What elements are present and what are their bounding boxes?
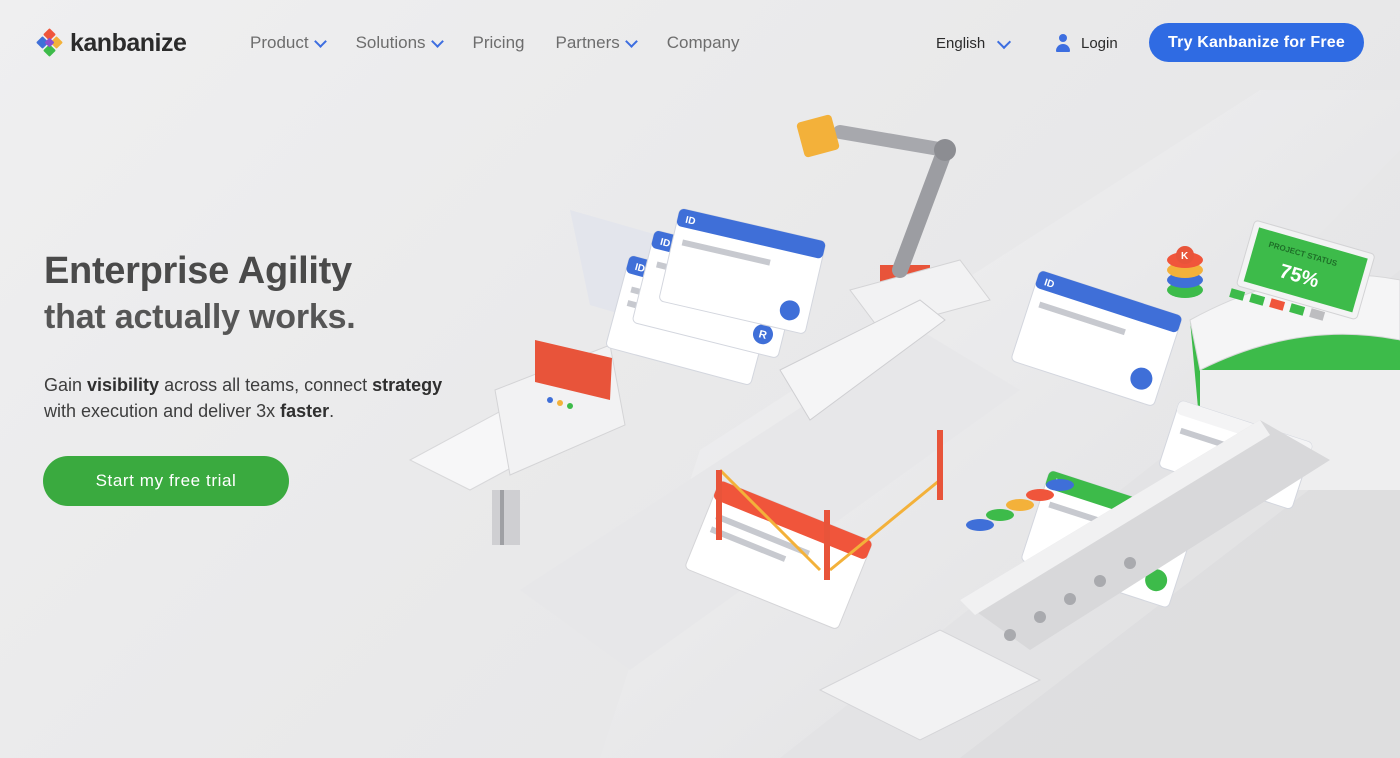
nav-item-pricing[interactable]: Pricing [473, 32, 525, 54]
nav-item-product[interactable]: Product [250, 32, 327, 54]
try-free-button[interactable]: Try Kanbanize for Free [1149, 23, 1364, 62]
chevron-down-icon [624, 35, 638, 48]
robot-arm [796, 114, 991, 331]
hero-illustration: ID ID R ID ID K PROJECT STATUS 75% [408, 90, 1400, 758]
chevron-down-icon [430, 35, 444, 48]
user-icon [1056, 34, 1070, 52]
site-header: kanbanize Product Solutions Pricing Part… [0, 0, 1400, 86]
nav-label: Product [250, 33, 309, 52]
hero-title: Enterprise Agility [44, 250, 352, 292]
login-link[interactable]: Login [1056, 32, 1118, 54]
landing-page: kanbanize Product Solutions Pricing Part… [0, 0, 1400, 758]
chip-letter: K [1181, 251, 1189, 262]
post [824, 510, 830, 580]
hero-subtitle: that actually works. [44, 298, 356, 336]
desc-text: with execution and deliver 3x [44, 401, 281, 421]
language-selector[interactable]: English [936, 32, 1012, 54]
desc-text: . [329, 401, 335, 421]
desc-text: across all teams, connect [159, 375, 373, 395]
kanbanize-logo[interactable]: kanbanize [36, 28, 187, 58]
control-desk [408, 340, 626, 545]
nav-label: Partners [555, 33, 620, 52]
desc-text: Gain [44, 375, 88, 395]
desc-bold: visibility [87, 375, 160, 395]
chevron-down-icon [997, 34, 1012, 49]
logo-text: kanbanize [70, 28, 187, 57]
nav-item-partners[interactable]: Partners [555, 32, 638, 54]
nav-item-company[interactable]: Company [667, 32, 740, 54]
nav-label: Solutions [355, 33, 426, 52]
language-label: English [936, 34, 986, 52]
desc-bold: faster [280, 401, 330, 421]
kanbanize-logo-icon [36, 28, 64, 57]
chevron-down-icon [313, 35, 327, 48]
post [937, 430, 943, 500]
post [716, 470, 722, 540]
login-label: Login [1081, 34, 1118, 52]
main-nav: Product Solutions Pricing Partners Compa… [250, 32, 771, 54]
nav-item-solutions[interactable]: Solutions [355, 32, 444, 54]
nav-label: Pricing [472, 33, 525, 52]
start-free-trial-button[interactable]: Start my free trial [43, 456, 289, 506]
nav-label: Company [666, 33, 740, 52]
